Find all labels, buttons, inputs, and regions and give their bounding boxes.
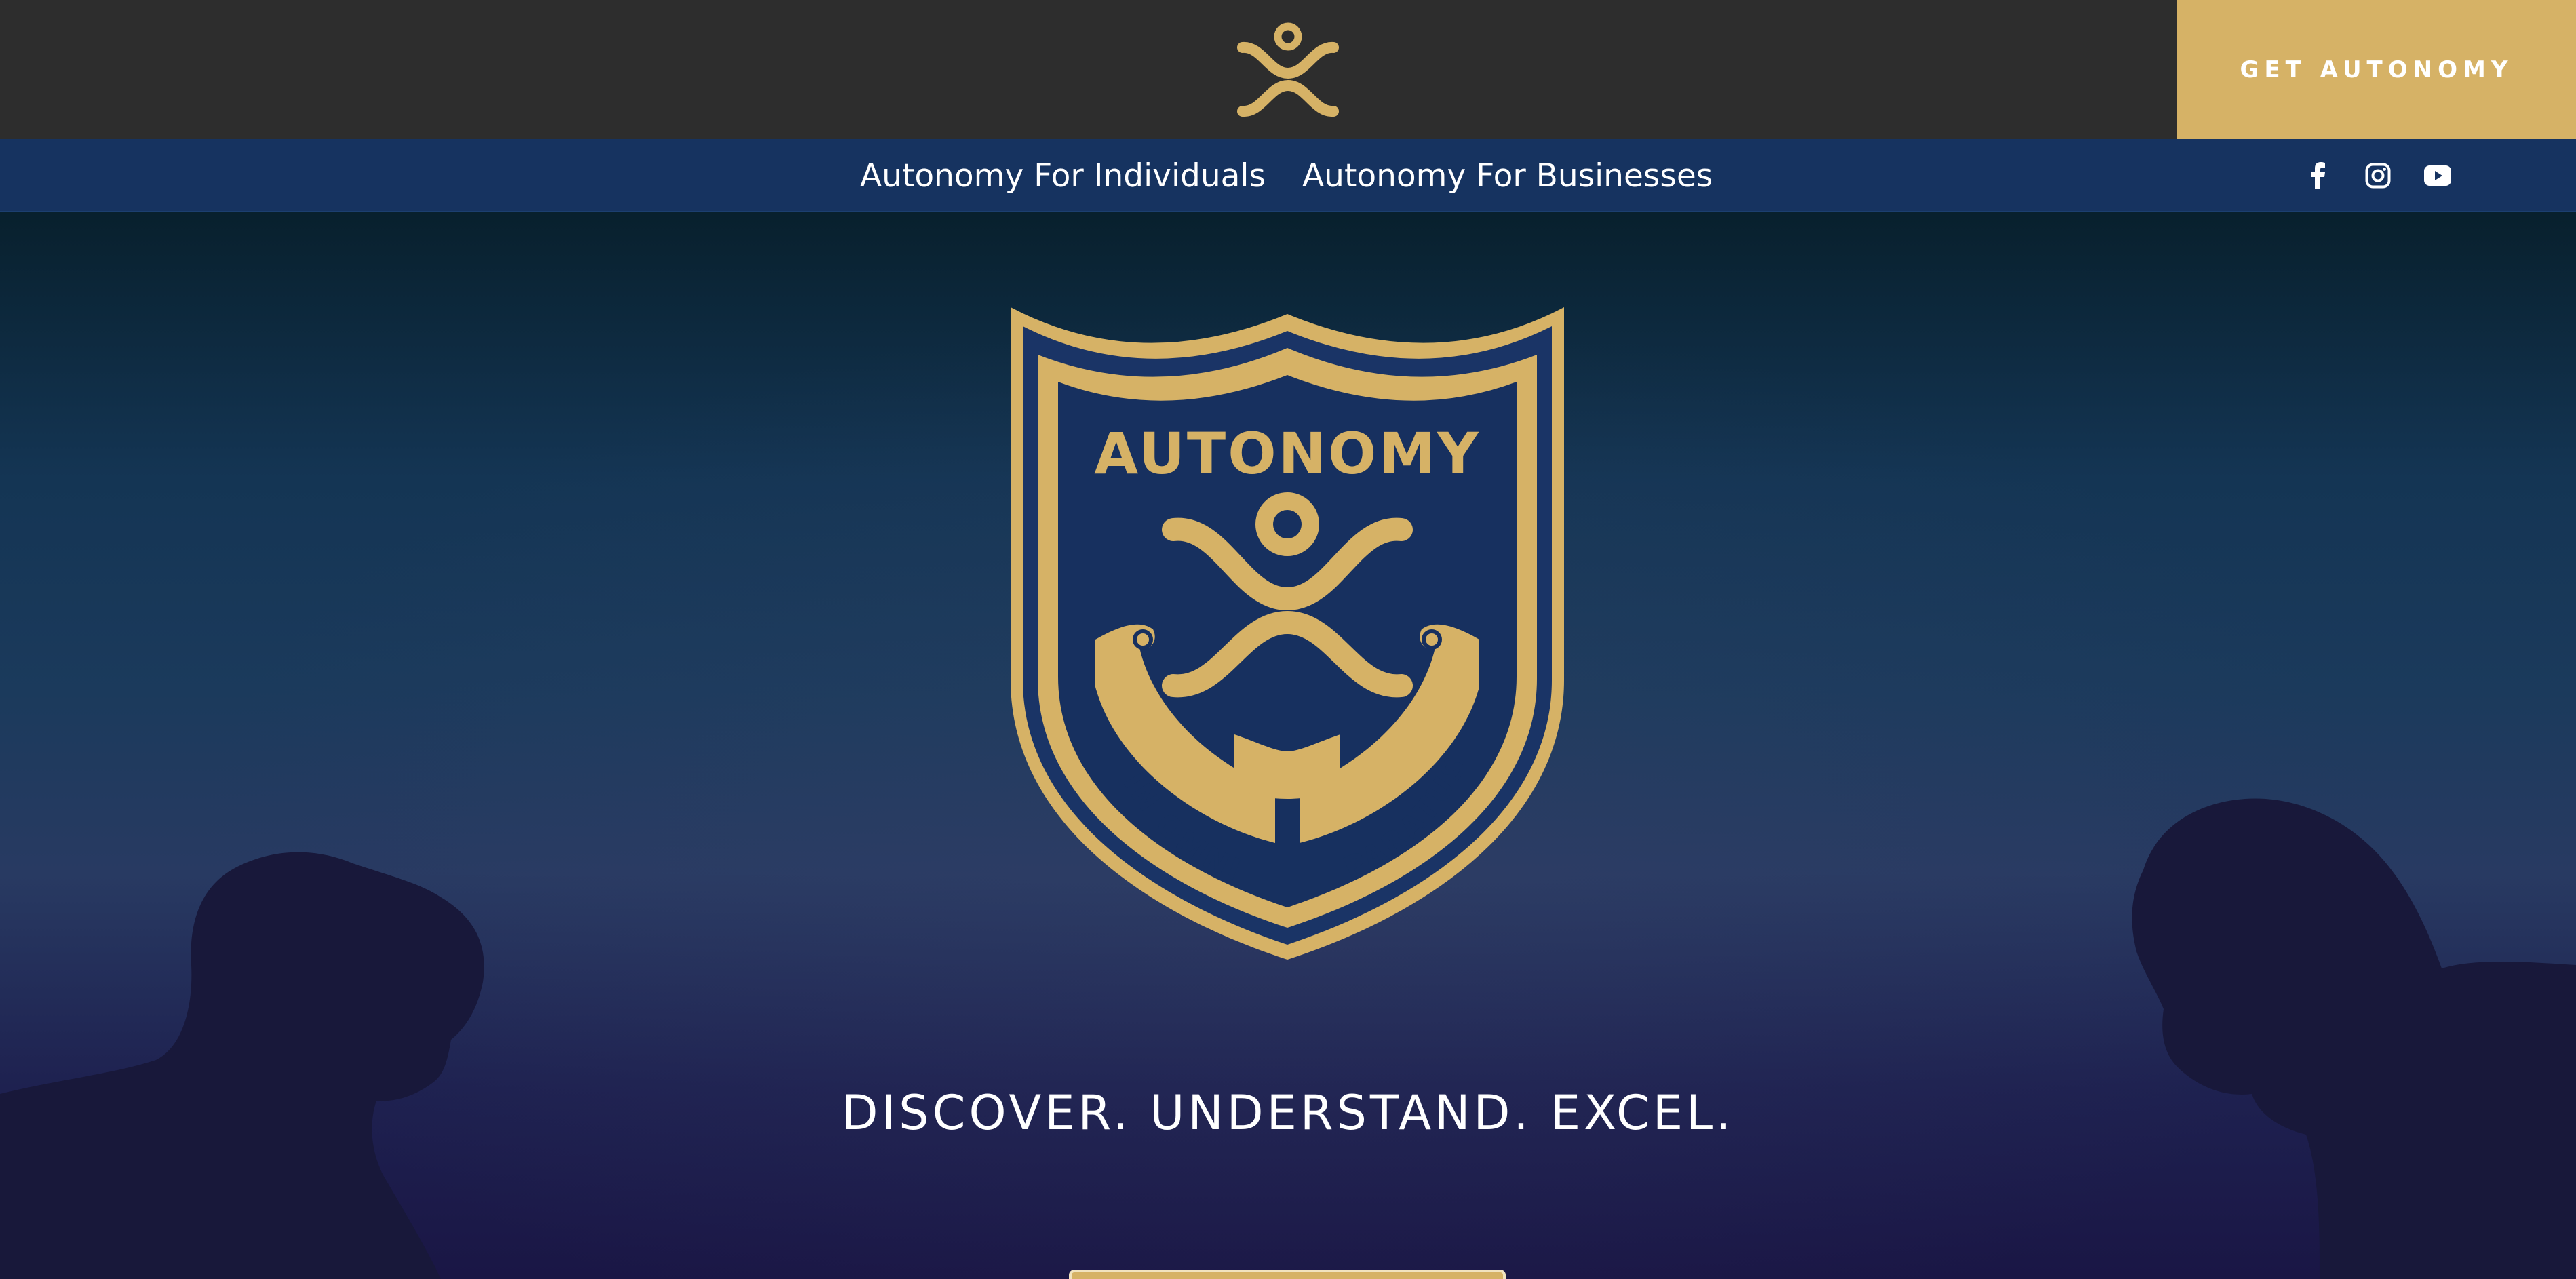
hero-tagline: DISCOVER. UNDERSTAND. EXCEL.	[841, 1085, 1735, 1141]
instagram-icon[interactable]	[2362, 159, 2394, 192]
hero-section: AUTONOMY IN OMNIA PARATUS DISCOVER. UNDE…	[0, 212, 2576, 1279]
nav-link-individuals[interactable]: Autonomy For Individuals	[860, 139, 1266, 212]
hero-cta-button[interactable]	[1069, 1270, 1506, 1279]
autonomy-crest-logo: AUTONOMY IN OMNIA PARATUS	[1004, 300, 1564, 960]
main-nav: Autonomy For Individuals Autonomy For Bu…	[0, 139, 2576, 212]
autonomy-figure-icon[interactable]	[1234, 19, 1342, 119]
crest-title: AUTONOMY	[1094, 420, 1480, 487]
nav-link-businesses[interactable]: Autonomy For Businesses	[1302, 139, 1713, 212]
person-silhouette-right	[2132, 798, 2576, 1279]
facebook-icon[interactable]	[2302, 159, 2335, 192]
get-autonomy-button[interactable]: GET AUTONOMY	[2177, 0, 2576, 139]
top-header: GET AUTONOMY	[0, 0, 2576, 139]
person-silhouette-left	[0, 852, 484, 1279]
youtube-icon[interactable]	[2421, 159, 2454, 192]
